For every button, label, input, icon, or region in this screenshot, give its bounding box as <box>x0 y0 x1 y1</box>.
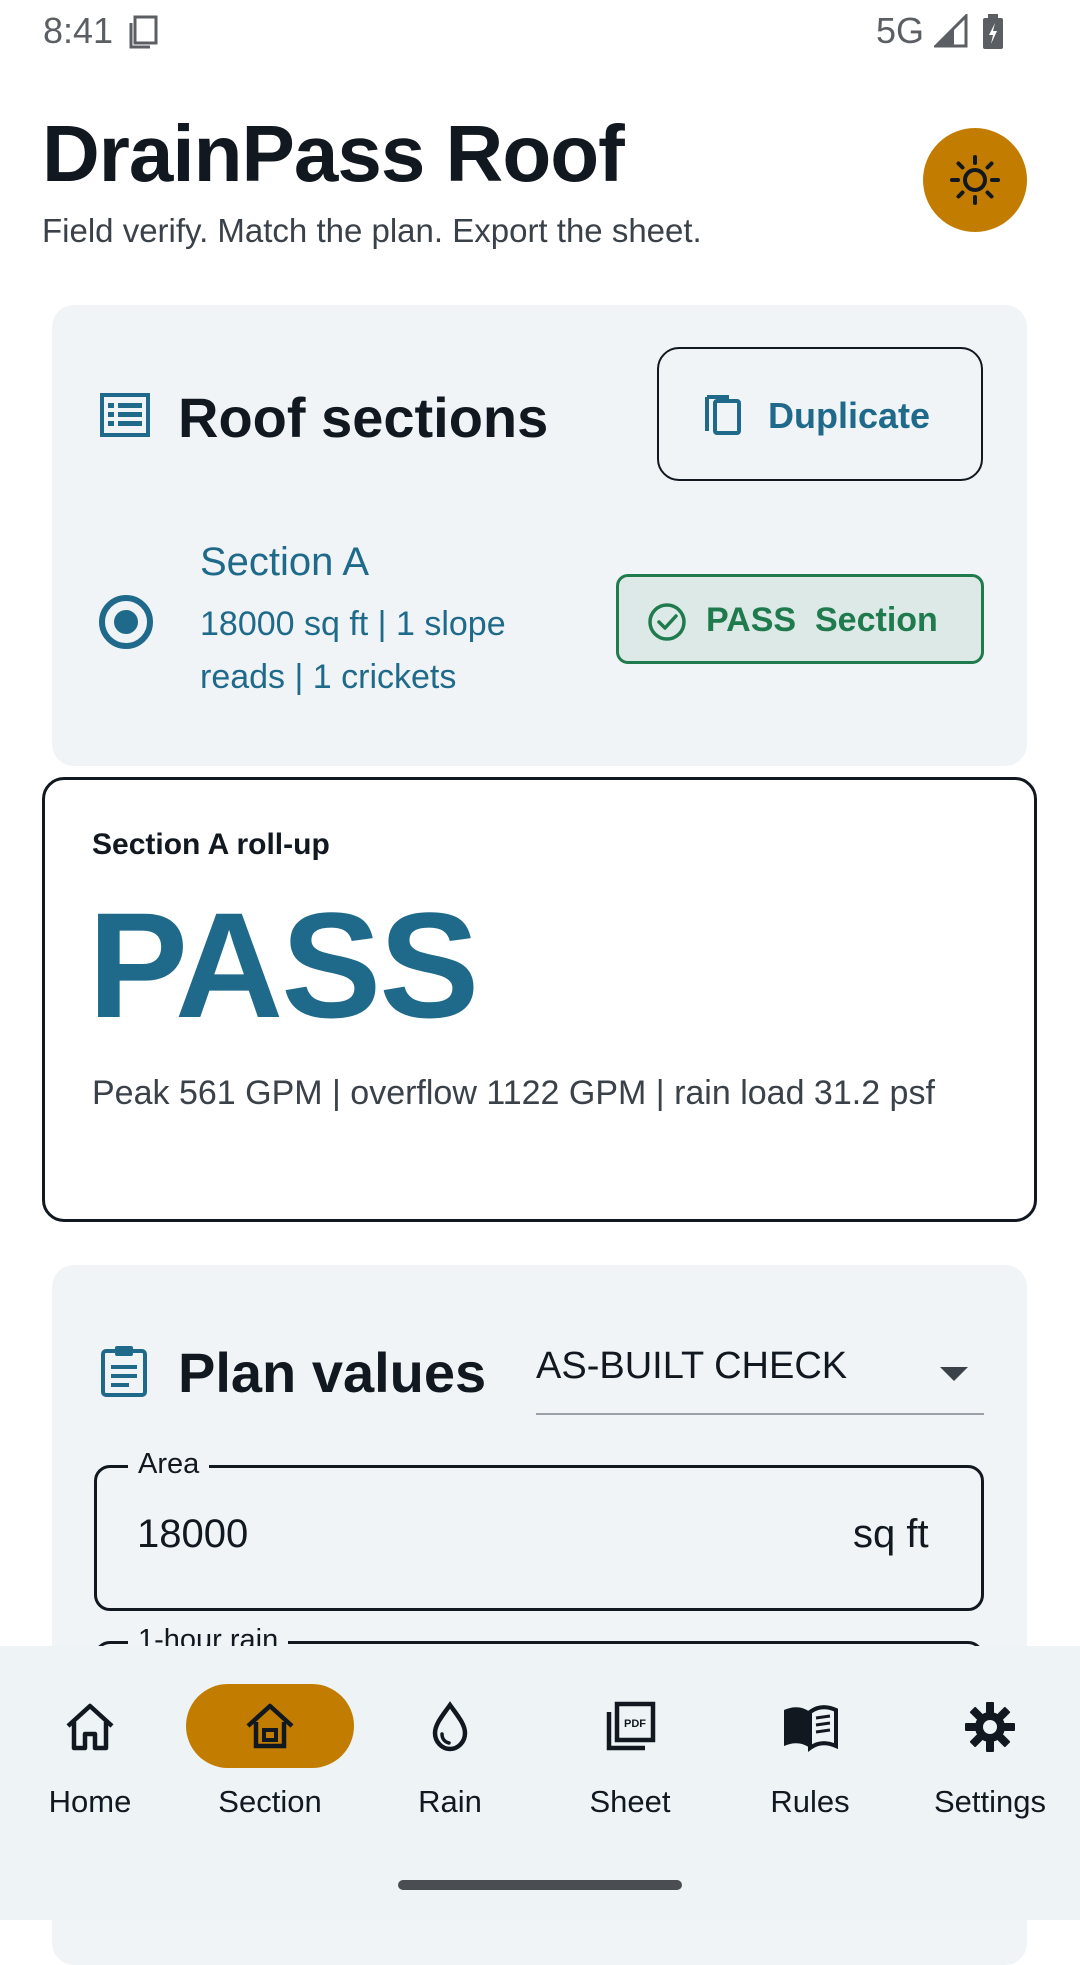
rain-drop-icon <box>432 1701 468 1752</box>
svg-text:PDF: PDF <box>624 1718 646 1730</box>
nav-home-label: Home <box>48 1784 132 1819</box>
nav-sheet[interactable]: PDF Sheet <box>555 1690 705 1830</box>
app-subtitle: Field verify. Match the plan. Export the… <box>42 212 702 249</box>
section-a-radio[interactable] <box>99 595 153 649</box>
app-title: DrainPass Roof <box>42 109 625 198</box>
nav-rules-label: Rules <box>770 1784 850 1819</box>
status-chip-suffix: Section <box>815 601 938 639</box>
check-mode-value: AS-BUILT CHECK <box>536 1345 848 1387</box>
check-circle-icon <box>648 603 686 641</box>
area-label: Area <box>128 1448 210 1481</box>
area-unit: sq ft <box>853 1512 929 1556</box>
rollup-stats: Peak 561 GPM | overflow 1122 GPM | rain … <box>92 1074 935 1112</box>
nav-rain-label: Rain <box>418 1784 482 1819</box>
roof-section-icon <box>246 1703 294 1749</box>
pdf-icon: PDF <box>606 1701 656 1751</box>
nav-home[interactable]: Home <box>15 1690 165 1830</box>
rollup-result: PASS <box>88 881 479 1049</box>
book-icon <box>784 1705 838 1752</box>
duplicate-button[interactable]: Duplicate <box>657 347 983 481</box>
battery-icon <box>983 14 1003 49</box>
nav-settings[interactable]: Settings <box>915 1690 1065 1830</box>
screen-copy-icon <box>129 15 158 49</box>
signal-icon <box>934 14 968 48</box>
duplicate-label: Duplicate <box>768 395 931 436</box>
plan-values-title: Plan values <box>178 1341 487 1404</box>
section-meta: 18000 sq ft | 1 slope reads | 1 crickets <box>200 605 506 696</box>
section-name[interactable]: Section A <box>200 540 369 585</box>
nav-sheet-label: Sheet <box>589 1784 671 1819</box>
roof-sections-title: Roof sections <box>178 386 549 449</box>
copy-icon <box>705 395 741 435</box>
status-bar: 8:41 5G <box>0 0 1080 64</box>
list-icon <box>100 393 150 437</box>
section-status-chip[interactable]: PASS Section <box>616 574 984 664</box>
dropdown-arrow-icon <box>940 1367 968 1381</box>
nav-settings-label: Settings <box>933 1784 1046 1819</box>
home-icon <box>66 1703 114 1751</box>
status-chip-word: PASS <box>706 601 797 639</box>
sun-icon <box>950 155 1000 205</box>
rollup-title: Section A roll-up <box>92 828 330 861</box>
nav-section[interactable]: Section <box>195 1690 345 1830</box>
gear-icon <box>965 1702 1015 1752</box>
status-time: 8:41 <box>43 10 114 51</box>
theme-toggle-button[interactable] <box>923 128 1027 232</box>
area-value[interactable]: 18000 <box>137 1512 248 1557</box>
check-mode-select[interactable]: AS-BUILT CHECK <box>536 1335 984 1415</box>
clipboard-icon <box>101 1346 147 1397</box>
home-indicator[interactable] <box>398 1880 682 1890</box>
status-network: 5G <box>876 10 925 51</box>
nav-rules[interactable]: Rules <box>735 1690 885 1830</box>
nav-rain[interactable]: Rain <box>375 1690 525 1830</box>
nav-section-label: Section <box>218 1784 322 1819</box>
